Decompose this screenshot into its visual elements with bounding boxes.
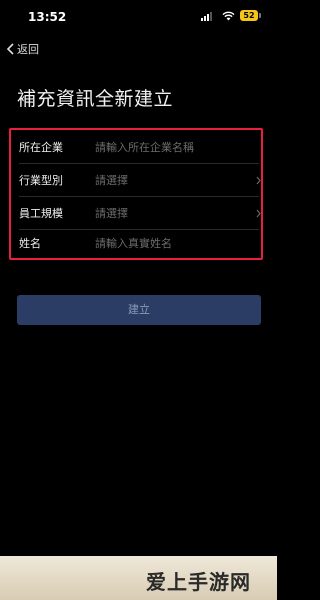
- chevron-right-icon: [256, 209, 261, 217]
- company-size-label: 員工規模: [19, 207, 63, 220]
- name-input[interactable]: 請輸入真實姓名: [95, 235, 172, 251]
- industry-field-row[interactable]: 行業型別 請選擇: [11, 164, 261, 196]
- cellular-signal-icon: [201, 12, 212, 21]
- chevron-right-icon: [256, 176, 261, 184]
- company-size-select[interactable]: 請選擇: [95, 205, 128, 221]
- battery-icon: 52: [240, 10, 258, 21]
- status-bar: 13:52 52: [0, 0, 277, 40]
- industry-select[interactable]: 請選擇: [95, 172, 128, 188]
- info-form: 所在企業 請輸入所在企業名稱 行業型別 請選擇 員工規模 請選擇 姓名 請輸入真…: [9, 128, 263, 260]
- battery-tip: [259, 13, 261, 18]
- name-field-row[interactable]: 姓名 請輸入真實姓名: [11, 227, 261, 259]
- back-button[interactable]: 返回: [6, 40, 39, 58]
- chevron-left-icon: [6, 43, 14, 55]
- create-button[interactable]: 建立: [17, 295, 261, 325]
- company-field-row[interactable]: 所在企業 請輸入所在企業名稱: [11, 131, 261, 163]
- watermark-text: 爱上手游网: [146, 570, 251, 594]
- industry-label: 行業型別: [19, 174, 63, 187]
- name-label: 姓名: [19, 237, 41, 250]
- page-title: 補充資訊全新建立: [17, 88, 174, 110]
- company-input[interactable]: 請輸入所在企業名稱: [95, 139, 194, 155]
- status-time: 13:52: [28, 10, 67, 24]
- company-size-field-row[interactable]: 員工規模 請選擇: [11, 197, 261, 229]
- company-label: 所在企業: [19, 141, 63, 154]
- wifi-icon: [222, 11, 235, 21]
- back-label: 返回: [17, 43, 39, 56]
